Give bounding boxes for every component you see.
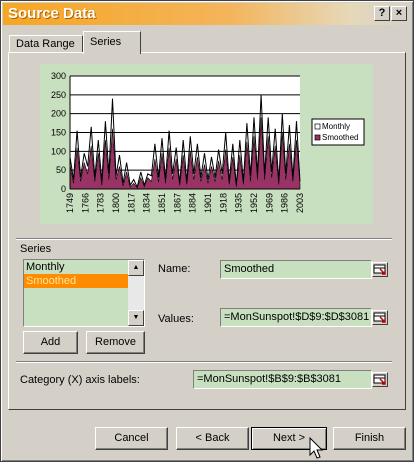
close-button[interactable]: × [391,6,407,21]
name-label: Name: [158,263,191,275]
category-range-picker-icon[interactable] [372,372,388,387]
chart-preview: 0 50 100 150 200 250 300 1749 1766 1783 1800 1817 18… [40,64,373,224]
x-tick-label: 1851 [157,193,167,213]
category-field[interactable]: =MonSunspot!$B$9:$B$3081 [193,370,372,389]
mouse-cursor-icon [309,437,324,459]
x-tick-label: 1817 [126,193,136,213]
y-tick-label: 150 [51,128,66,138]
finish-button[interactable]: Finish [333,427,406,450]
series-listbox[interactable]: Monthly Smoothed ▲ ▼ [23,259,145,327]
x-tick-label: 1884 [188,193,198,213]
dialog-title: Source Data [8,5,96,22]
x-tick-label: 1901 [203,193,213,213]
help-button[interactable]: ? [374,6,390,21]
y-tick-label: 250 [51,90,66,100]
source-data-dialog: Source Data ? × Data Range Series 0 50 100… [0,0,414,462]
legend-label: Smoothed [322,133,358,142]
series-section-label: Series [20,243,52,255]
cancel-button[interactable]: Cancel [95,427,168,450]
chart-svg: 0 50 100 150 200 250 300 1749 1766 1783 1800 1817 18… [51,71,365,213]
x-tick-label: 1986 [280,193,290,213]
y-tick-label: 200 [51,109,66,119]
tab-data-range[interactable]: Data Range [9,35,83,53]
values-label: Values: [158,313,194,325]
x-tick-label: 1935 [234,193,244,213]
values-range-picker-icon[interactable] [372,310,388,325]
name-range-picker-icon[interactable] [372,262,388,277]
scroll-up-icon[interactable]: ▲ [128,260,144,276]
y-tick-label: 0 [61,184,66,194]
series-item-smoothed[interactable]: Smoothed [24,274,128,288]
x-tick-label: 1749 [65,193,75,213]
x-tick-label: 1800 [111,193,121,213]
y-tick-label: 100 [51,146,66,156]
x-tick-label: 1952 [249,193,259,213]
scroll-down-icon[interactable]: ▼ [128,310,144,326]
y-tick-label: 50 [56,165,66,175]
x-tick-label: 1867 [172,193,182,213]
separator [16,238,392,240]
legend-swatch [314,123,321,130]
values-field[interactable]: =MonSunspot!$D$9:$D$3081 [220,308,372,327]
title-bar: Source Data ? × [3,3,411,25]
name-field[interactable]: Smoothed [220,260,372,279]
x-tick-label: 1783 [96,193,106,213]
x-tick-label: 1918 [218,193,228,213]
legend-swatch [314,134,321,141]
x-tick-label: 1834 [142,193,152,213]
separator [16,361,392,363]
x-tick-label: 1969 [264,193,274,213]
series-item-monthly[interactable]: Monthly [24,260,128,274]
remove-series-button[interactable]: Remove [86,331,145,354]
x-tick-label: 2003 [295,193,305,213]
tab-series[interactable]: Series [83,31,141,54]
add-series-button[interactable]: Add [23,331,78,354]
y-tick-label: 300 [51,71,66,81]
back-button[interactable]: < Back [176,427,249,450]
x-tick-label: 1766 [80,193,90,213]
series-scrollbar[interactable]: ▲ ▼ [128,260,144,326]
legend-label: Monthly [322,122,350,131]
category-label: Category (X) axis labels: [20,374,140,386]
